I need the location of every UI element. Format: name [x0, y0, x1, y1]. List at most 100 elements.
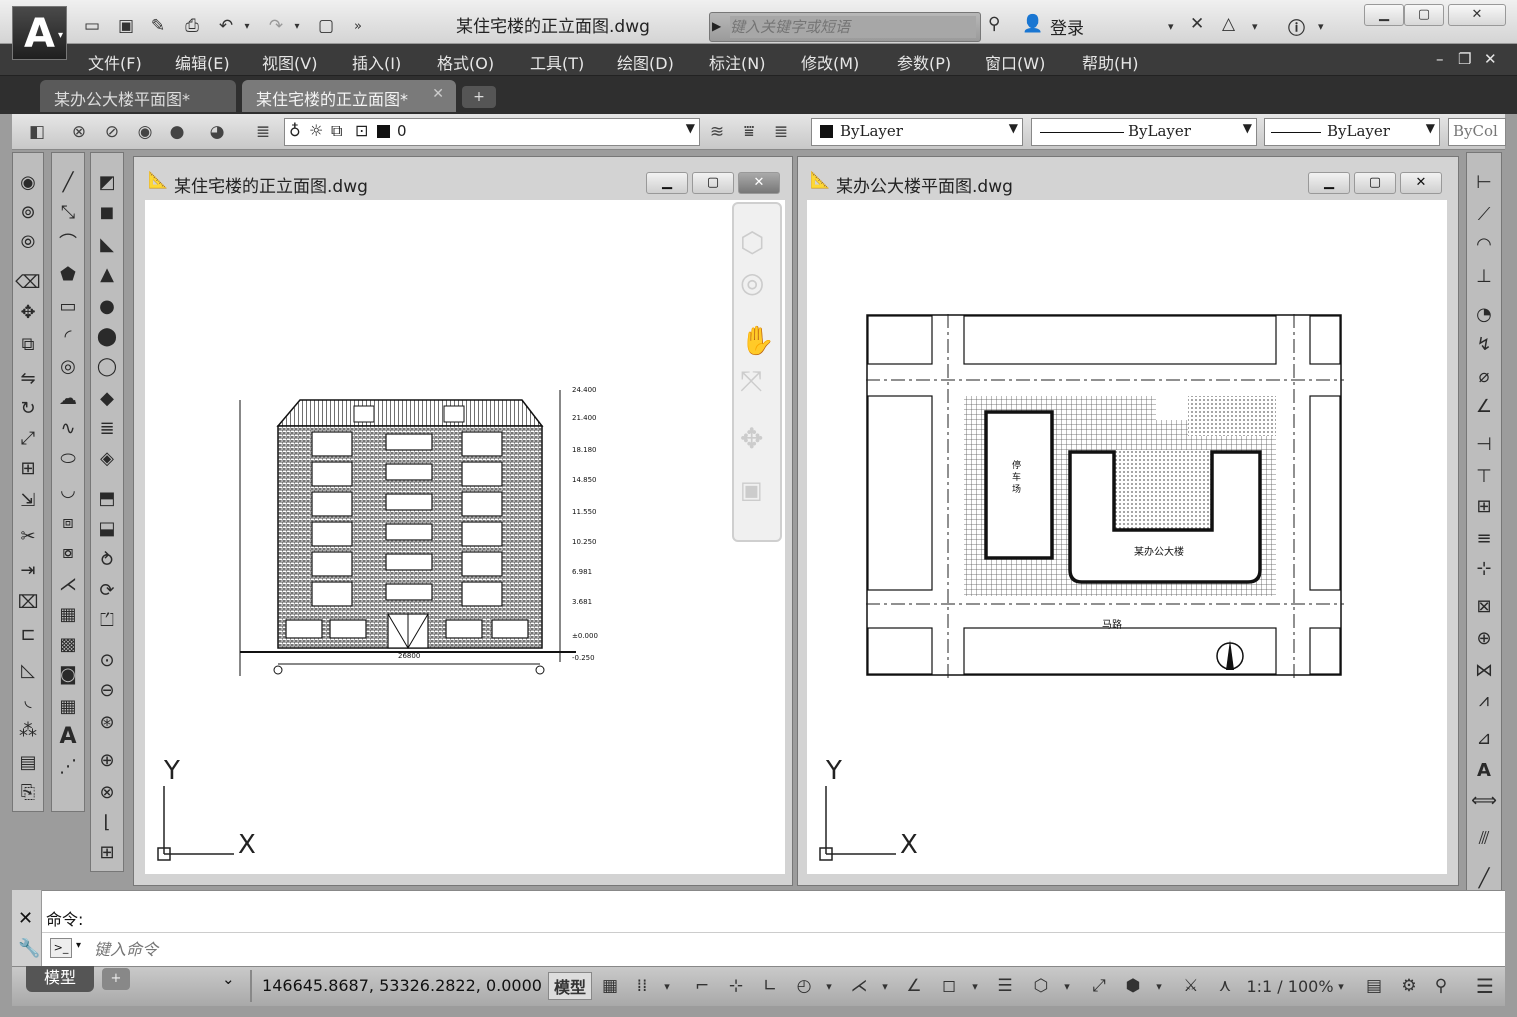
layer-freeze-icon[interactable]: ◉ [132, 120, 158, 144]
insert-icon[interactable]: ⎘ [13, 778, 43, 806]
osnap-dropdown-icon[interactable]: ▾ [968, 972, 982, 1000]
doc-minimize-icon[interactable]: – [1436, 50, 1444, 68]
annotation-scale-dropdown-icon[interactable]: ▾ [1334, 972, 1348, 1000]
a360-icon[interactable]: △ [1222, 14, 1235, 34]
layer-state-icon[interactable]: ≣ [250, 120, 276, 144]
customization-menu-icon[interactable]: ☰ [1470, 972, 1500, 1000]
dim-edit-icon[interactable]: ⊿ [1469, 724, 1499, 752]
dim-text-edit-icon[interactable]: A [1469, 756, 1499, 784]
menu-window[interactable]: 窗口(W) [985, 50, 1045, 74]
quick-properties-icon[interactable]: ▤ [1362, 972, 1386, 1000]
menu-help[interactable]: 帮助(H) [1082, 50, 1139, 74]
menu-tools[interactable]: 工具(T) [530, 50, 584, 74]
help-dropdown-icon[interactable]: ▾ [1318, 20, 1324, 33]
menu-view[interactable]: 视图(V) [262, 50, 317, 74]
space-icon[interactable]: ≡ [1469, 524, 1499, 552]
table-icon[interactable]: ▦ [53, 692, 83, 720]
elevation-minimize-button[interactable]: ▁ [646, 172, 688, 194]
helix-icon[interactable]: ≣ [92, 414, 122, 442]
transparency-icon[interactable]: ⬡ [1028, 972, 1054, 1000]
3d-osnap-dropdown-icon[interactable]: ▾ [1152, 972, 1166, 1000]
viewcube-icon[interactable]: ⬡ [740, 226, 764, 259]
recent-commands-dropdown-icon[interactable]: ▾ [76, 940, 81, 951]
close-button[interactable]: ✕ [1448, 4, 1506, 26]
array-icon[interactable]: ⊞ [13, 454, 43, 482]
rotate-icon[interactable]: ↻ [13, 394, 43, 422]
3d-rotate-icon[interactable]: ⊗ [92, 778, 122, 806]
jogged-linear-icon[interactable]: ⩘ [1469, 686, 1499, 714]
erase-icon[interactable]: ⌫ [13, 268, 43, 296]
dynamic-input-icon[interactable]: ⊹ [724, 972, 748, 1000]
showmotion-icon[interactable]: ▣ [740, 476, 763, 504]
save-icon[interactable]: ▣ [114, 14, 138, 38]
menu-modify[interactable]: 修改(M) [801, 50, 859, 74]
mirror-icon[interactable]: ⇋ [13, 364, 43, 392]
layer-match-icon[interactable]: ◕ [204, 120, 230, 144]
redo-dropdown-icon[interactable]: ▾ [290, 14, 304, 38]
copy-icon[interactable]: ⧉ [13, 330, 43, 358]
menu-edit[interactable]: 编辑(E) [175, 50, 230, 74]
block-icon[interactable]: ▤ [13, 748, 43, 776]
tab-residential-elevation[interactable]: 某住宅楼的正立面图* ✕ [242, 80, 456, 112]
layer-previous-icon[interactable]: ⩸ [736, 120, 762, 144]
make-current-icon[interactable]: ≋ [704, 120, 730, 144]
help-icon[interactable]: ⓘ [1288, 14, 1305, 39]
new-doc-icon[interactable]: ▢ [314, 14, 338, 38]
polygon-icon[interactable]: ⬟ [53, 260, 83, 288]
linetype-dropdown[interactable]: ByLayer ▼ [1031, 118, 1257, 146]
maximize-button[interactable]: ▢ [1404, 4, 1444, 26]
jogged-icon[interactable]: ↯ [1469, 330, 1499, 358]
intersect-icon[interactable]: ⊛ [92, 708, 122, 736]
save-as-icon[interactable]: ✎ [146, 14, 170, 38]
explode-icon[interactable]: ⁂ [13, 716, 43, 744]
a360-dropdown-icon[interactable]: ▾ [1252, 20, 1258, 33]
lineweight-toggle-icon[interactable]: ☰ [992, 972, 1018, 1000]
infer-constraints-icon[interactable]: ⌐ [690, 972, 714, 1000]
hatch-icon[interactable]: ▦ [53, 600, 83, 628]
stretch-icon[interactable]: ⇲ [13, 486, 43, 514]
layer-lock-icon[interactable]: ● [164, 120, 190, 144]
point-icon[interactable]: ⋌ [53, 570, 83, 598]
lineweight-dropdown[interactable]: ByLayer ▼ [1264, 118, 1440, 146]
ellipse-arc-icon[interactable]: ◡ [53, 476, 83, 504]
arc-length-icon[interactable]: ◠ [1469, 230, 1499, 258]
3d-osnap-icon[interactable]: ⬢ [1120, 972, 1146, 1000]
break-icon[interactable]: ⌧ [13, 588, 43, 616]
zoom-extents-icon[interactable]: ⤧ [740, 364, 762, 398]
polysolid-icon[interactable]: ◩ [92, 168, 122, 196]
polyline-icon[interactable]: ⌒ [53, 228, 83, 256]
dim-style-icon[interactable]: ⫻ [1469, 824, 1499, 852]
3d-align-icon[interactable]: ⌊ [92, 808, 122, 836]
redo-icon[interactable]: ↷ [264, 14, 288, 38]
chamfer-icon[interactable]: ◺ [13, 656, 43, 684]
link-icon[interactable]: ⊚ [13, 198, 43, 226]
rectangle-icon[interactable]: ▭ [53, 292, 83, 320]
loft-icon[interactable]: ⏍ [92, 606, 122, 634]
torus-icon[interactable]: ◯ [92, 352, 122, 380]
layer-off-icon[interactable]: ⊗ [66, 120, 92, 144]
menu-parametric[interactable]: 参数(P) [897, 50, 951, 74]
fillet-icon[interactable]: ◟ [13, 686, 43, 714]
orbit-icon[interactable]: ◉ [13, 168, 43, 196]
search-box[interactable]: ▶ [709, 12, 981, 42]
auto-scale-icon[interactable]: ⋏ [1212, 972, 1238, 1000]
snap-icon[interactable]: ⁞⁞ [628, 972, 656, 1000]
object-tracking-icon[interactable]: ∠ [902, 972, 926, 1000]
cylinder-icon[interactable]: ⬤ [92, 322, 122, 350]
move-icon[interactable]: ✥ [13, 298, 43, 326]
baseline-icon[interactable]: ⊤ [1469, 462, 1499, 490]
circle-icon[interactable]: ◎ [53, 352, 83, 380]
plotstyle-dropdown[interactable]: ByCol [1448, 118, 1506, 146]
command-prompt-icon[interactable]: >_ [50, 938, 72, 958]
region-icon[interactable]: ◙ [53, 660, 83, 688]
insert-block-icon[interactable]: ⧈ [53, 508, 83, 536]
customize-wrench-icon[interactable]: 🔧 [18, 938, 40, 959]
menu-format[interactable]: 格式(O) [437, 50, 494, 74]
steering-wheel-icon[interactable]: ◎ [740, 266, 764, 299]
menu-draw[interactable]: 绘图(D) [617, 50, 674, 74]
expand-layouts-icon[interactable]: ⌄ [222, 970, 235, 988]
chain-icon[interactable]: ⦾ [13, 228, 43, 256]
subtract-icon[interactable]: ⊖ [92, 676, 122, 704]
layer-properties-icon[interactable]: ◧ [24, 120, 50, 144]
annotation-scale[interactable]: 1:1 / 100% [1246, 972, 1334, 1000]
